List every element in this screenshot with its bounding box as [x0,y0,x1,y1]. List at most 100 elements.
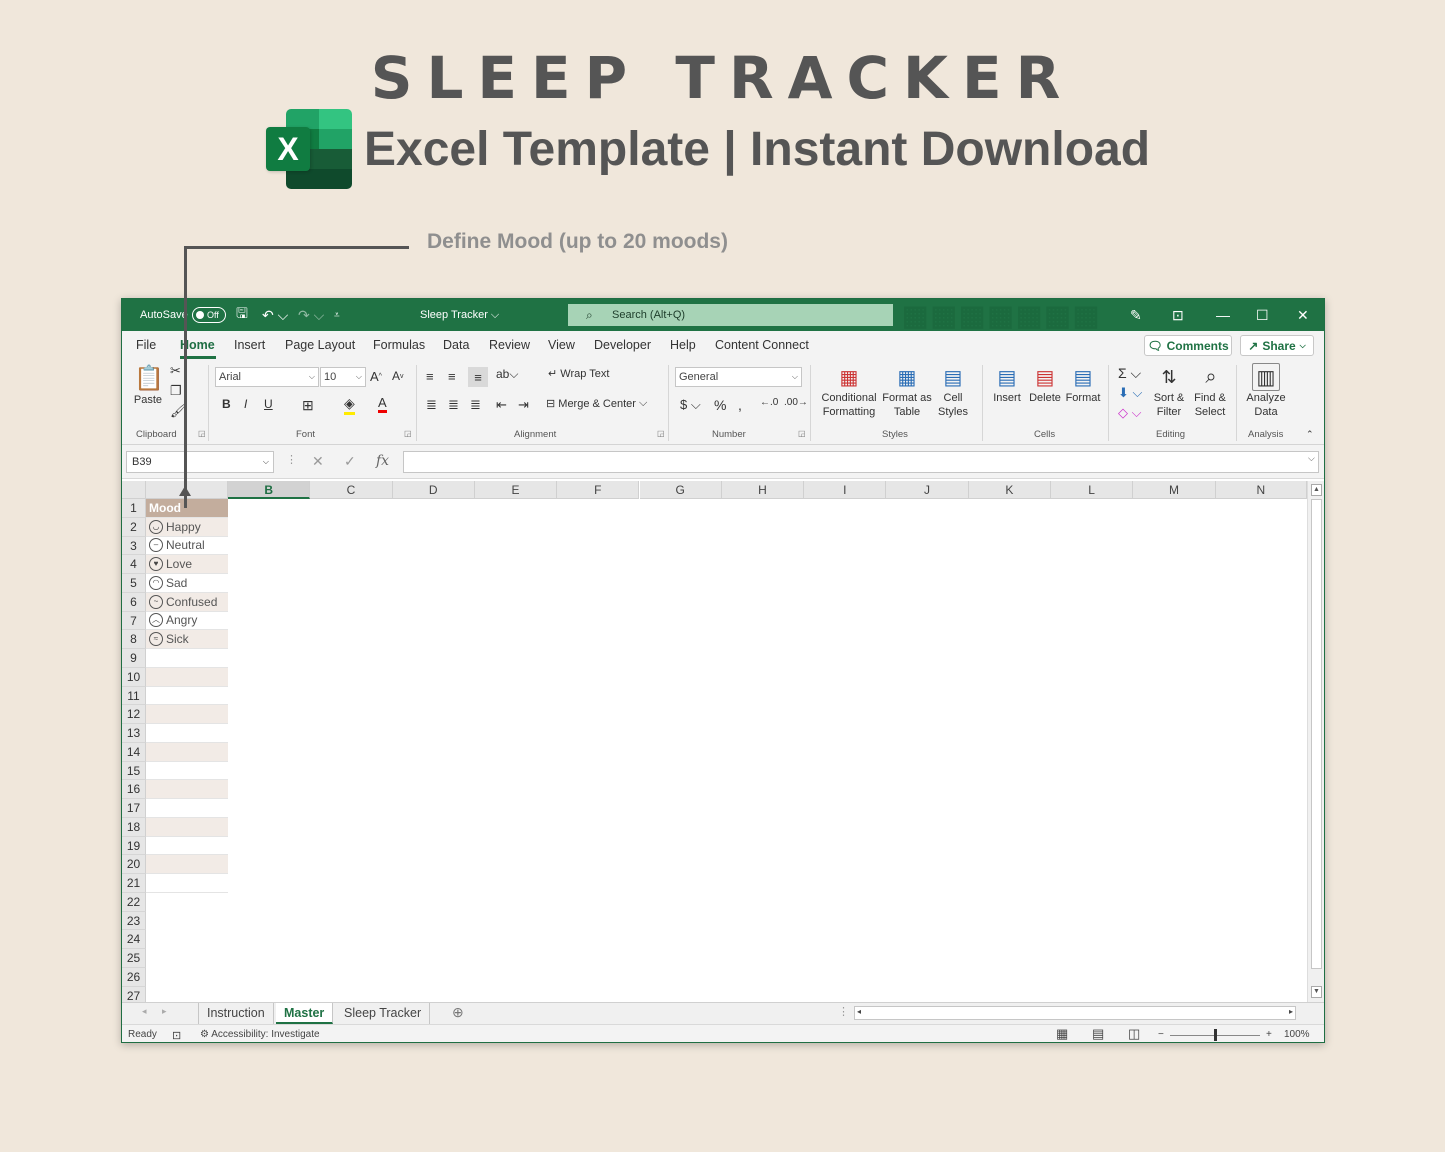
comments-button[interactable]: 🗨Comments [1144,335,1232,356]
row-header[interactable]: 9 [122,649,146,668]
row-header[interactable]: 10 [122,668,146,687]
format-cells-icon[interactable]: ▤ [1070,365,1096,389]
tab-help[interactable]: Help [670,338,696,352]
zoom-level[interactable]: 100% [1284,1029,1310,1040]
tab-data[interactable]: Data [443,338,469,352]
alignment-launcher-icon[interactable]: ◲ [657,429,665,438]
row-header[interactable]: 24 [122,930,146,949]
row-header[interactable]: 6 [122,593,146,612]
row-header[interactable]: 3 [122,537,146,556]
close-icon[interactable]: ✕ [1297,299,1309,331]
font-name-select[interactable]: Arial⌵ [215,367,319,387]
wrap-text-button[interactable]: ↵ Wrap Text [548,367,609,380]
decrease-font-icon[interactable]: Av [392,369,404,383]
sheet-tab-instruction[interactable]: Instruction [198,1003,274,1024]
row-header[interactable]: 25 [122,949,146,968]
row-header[interactable]: 20 [122,855,146,874]
empty-mood-cell[interactable] [146,687,228,706]
clipboard-launcher-icon[interactable]: ◲ [198,429,206,438]
share-button[interactable]: ↗Share⌵ [1240,335,1314,356]
empty-mood-cell[interactable] [146,799,228,818]
sort-filter-button[interactable]: Sort & Filter [1148,391,1190,419]
cancel-entry-icon[interactable]: ✕ [312,453,324,470]
merge-center-button[interactable]: ⊟ Merge & Center ⌵ [546,397,647,410]
select-all-corner[interactable] [122,481,146,499]
copy-icon[interactable]: ❐ [170,383,182,399]
more-options-icon[interactable]: ⋮ [286,453,297,466]
save-icon[interactable]: 🖫 [236,299,248,331]
increase-font-icon[interactable]: A^ [370,369,382,384]
conditional-formatting-button[interactable]: Conditional Formatting [816,391,882,419]
mood-cell[interactable]: ≈Sick [146,630,228,649]
currency-icon[interactable]: $ ⌵ [680,397,701,413]
analyze-data-icon[interactable]: ▥ [1252,363,1280,391]
row-header[interactable]: 12 [122,705,146,724]
row-header[interactable]: 13 [122,724,146,743]
maximize-icon[interactable]: ☐ [1256,299,1269,331]
vertical-scrollbar[interactable]: ▲ ▼ [1307,481,1324,1002]
empty-mood-cell[interactable] [146,837,228,856]
empty-mood-cell[interactable] [146,705,228,724]
row-header[interactable]: 19 [122,837,146,856]
insert-cells-button[interactable]: Insert [988,391,1026,405]
column-header-l[interactable]: L [1051,481,1133,499]
undo-icon[interactable]: ↶ ⌵ [262,299,288,331]
tab-scroll-left-icon[interactable]: ◂ [142,1006,147,1017]
autosum-icon[interactable]: Σ ⌵ [1118,365,1141,382]
conditional-formatting-icon[interactable]: ▦ [836,365,862,389]
ribbon-display-icon[interactable]: ⊡ [1172,299,1184,331]
tab-splitter-icon[interactable]: ⋮ [838,1005,849,1018]
number-format-select[interactable]: General⌵ [675,367,802,387]
comma-style-icon[interactable]: , [738,397,742,413]
column-header-d[interactable]: D [393,481,475,499]
mood-cell[interactable]: ︿Angry [146,612,228,631]
row-header[interactable]: 7 [122,612,146,631]
delete-cells-button[interactable]: Delete [1026,391,1064,405]
empty-mood-cell[interactable] [146,818,228,837]
row-header[interactable]: 23 [122,912,146,931]
zoom-slider-thumb[interactable] [1214,1029,1217,1041]
percent-icon[interactable]: % [714,397,726,413]
sheet-tab-sleep-tracker[interactable]: Sleep Tracker [336,1003,430,1024]
mood-cell[interactable]: ♥Love [146,555,228,574]
scroll-left-icon[interactable]: ◂ [857,1007,861,1016]
tab-page-layout[interactable]: Page Layout [285,338,355,352]
tab-content-connect[interactable]: Content Connect [715,338,809,352]
tab-insert[interactable]: Insert [234,338,265,352]
row-header[interactable]: 8 [122,630,146,649]
row-header[interactable]: 21 [122,874,146,893]
scroll-thumb[interactable] [1311,499,1322,969]
align-right-icon[interactable]: ≣ [470,397,481,413]
format-as-table-icon[interactable]: ▦ [894,365,920,389]
row-header[interactable]: 1 [122,499,146,518]
empty-mood-cell[interactable] [146,874,228,893]
document-title[interactable]: Sleep Tracker ⌵ [420,299,499,331]
row-header[interactable]: 18 [122,818,146,837]
font-launcher-icon[interactable]: ◲ [404,429,412,438]
row-header[interactable]: 5 [122,574,146,593]
column-header-j[interactable]: J [886,481,968,499]
mood-cell[interactable]: ~Confused [146,593,228,612]
empty-mood-cell[interactable] [146,724,228,743]
tab-scroll-right-icon[interactable]: ▸ [162,1006,167,1017]
fill-color-icon[interactable]: ◈ [344,395,355,415]
page-layout-view-icon[interactable]: ▤ [1092,1026,1104,1042]
align-top-icon[interactable]: ≡ [426,369,434,384]
tab-review[interactable]: Review [489,338,530,352]
increase-indent-icon[interactable]: ⇥ [518,397,529,413]
column-header-b[interactable]: B [228,481,310,499]
find-select-icon[interactable]: ⌕ [1198,365,1224,389]
cell-styles-button[interactable]: Cell Styles [934,391,972,419]
redo-icon[interactable]: ↷ ⌵ [298,299,324,331]
tab-developer[interactable]: Developer [594,338,651,352]
paste-button[interactable]: Paste [132,393,164,407]
pen-icon[interactable]: ✎ [1130,299,1142,331]
horizontal-scrollbar[interactable]: ◂ ▸ [854,1006,1296,1020]
font-color-icon[interactable]: A [378,395,387,413]
macro-record-icon[interactable]: ⊡ [172,1029,181,1042]
align-middle-icon[interactable]: ≡ [448,369,456,384]
row-header[interactable]: 15 [122,762,146,781]
column-header-h[interactable]: H [722,481,804,499]
row-header[interactable]: 26 [122,968,146,987]
mood-cell[interactable]: –Neutral [146,537,228,556]
